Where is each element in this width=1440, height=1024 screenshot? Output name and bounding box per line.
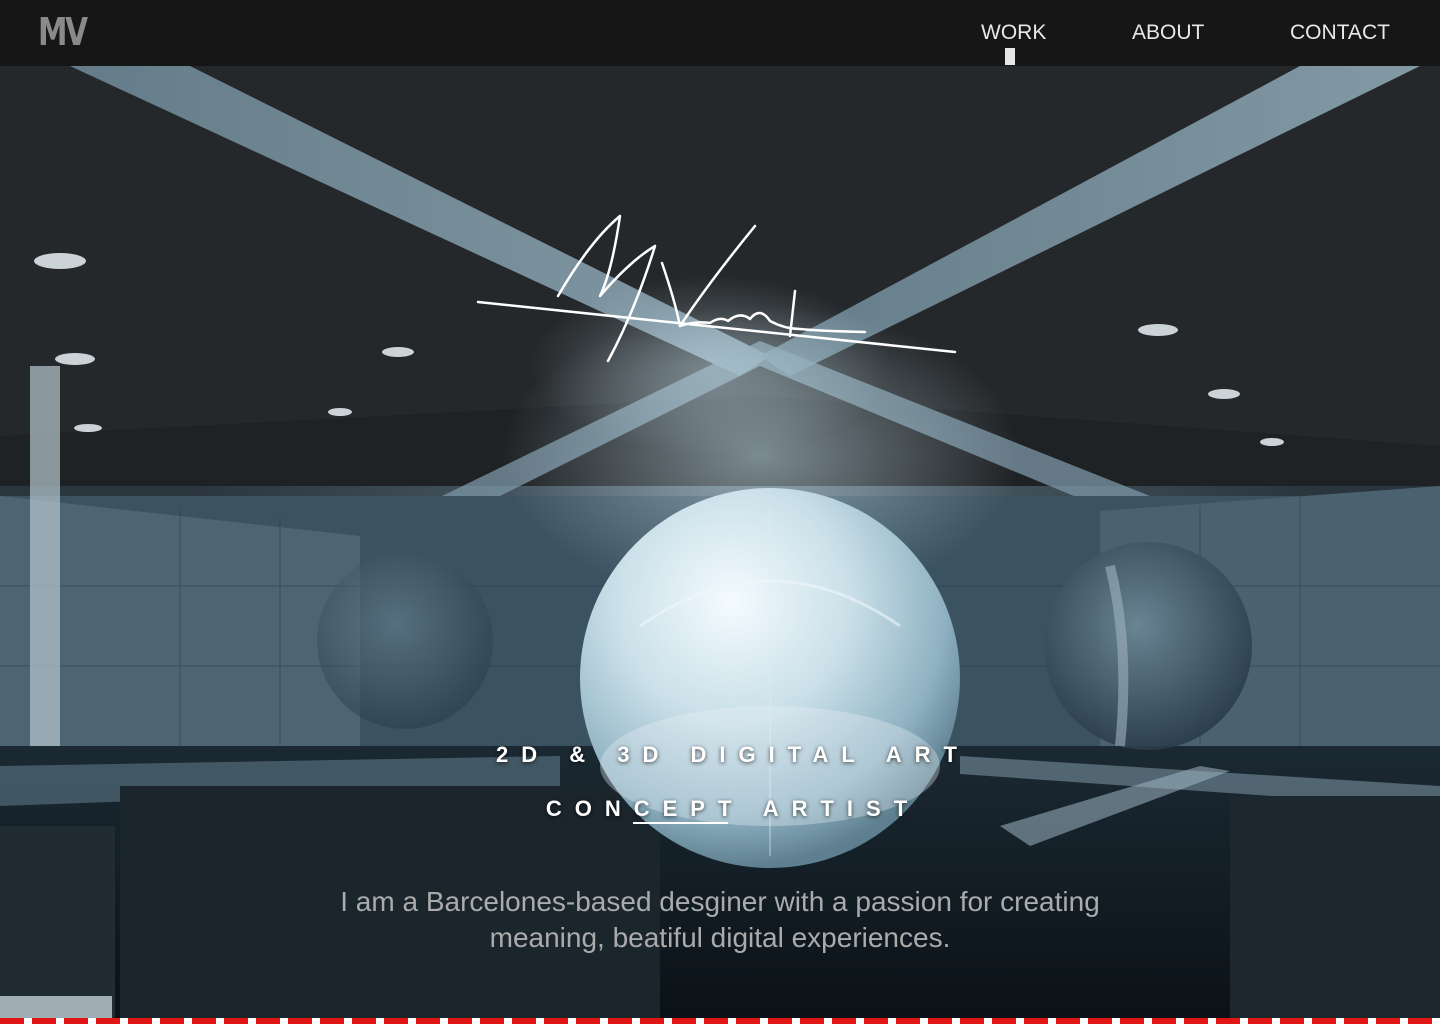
tagline-digital-art: 2D & 3D DIGITAL ART [496, 742, 970, 767]
intro-paragraph: I am a Barcelones-based desginer with a … [0, 884, 1440, 956]
tagline-concept-artist: CONCEPT ARTIST [0, 796, 1440, 822]
tagline-underline [633, 822, 728, 824]
tagline-concept-artist-text: CONCEPT ARTIST [545, 796, 921, 821]
intro-line-2: meaning, beatiful digital experiences. [489, 922, 951, 953]
active-nav-indicator [1005, 48, 1015, 65]
signature-logo [476, 214, 957, 363]
nav-link-about[interactable]: ABOUT [1132, 21, 1204, 45]
hero-background-image [0, 66, 1440, 1024]
bottom-dashed-border [0, 1018, 1440, 1024]
top-navigation-bar: MV WORK ABOUT CONTACT [0, 0, 1440, 66]
hero-section: 2D & 3D DIGITAL ART CONCEPT ARTIST I am … [0, 66, 1440, 1024]
intro-line-1: I am a Barcelones-based desginer with a … [340, 886, 1100, 917]
nav-link-work[interactable]: WORK [981, 21, 1046, 45]
nav-link-contact[interactable]: CONTACT [1290, 21, 1390, 45]
site-logo[interactable]: MV [38, 10, 88, 54]
